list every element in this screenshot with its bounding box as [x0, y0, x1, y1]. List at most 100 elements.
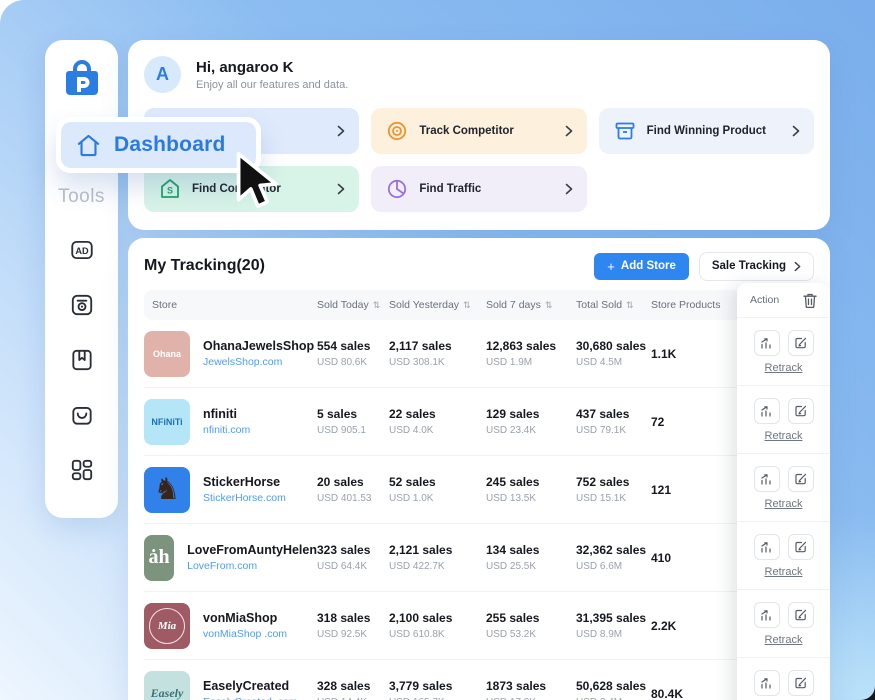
chart-icon [760, 676, 774, 690]
sold-yesterday-usd: USD 308.1K [389, 357, 486, 368]
store-name: StickerHorse [203, 475, 286, 489]
category-grid-icon[interactable] [69, 457, 95, 483]
col-sold-yesterday[interactable]: Sold Yesterday⇅ [389, 299, 486, 311]
app-window: Tools AD [0, 0, 875, 700]
quick-card-label: Find Traffic [419, 183, 481, 195]
edit-note-button[interactable] [788, 330, 814, 356]
add-store-button[interactable]: + Add Store [594, 253, 689, 280]
sold-7days-usd: USD 53.2K [486, 629, 576, 640]
chart-stats-button[interactable] [754, 670, 780, 696]
col-sold-today[interactable]: Sold Today⇅ [317, 299, 389, 311]
table-row[interactable]: Easely EaselyCreated EaselyCreated .com … [144, 660, 814, 700]
sold-yesterday-value: 2,100 sales [389, 611, 486, 625]
chart-icon [760, 540, 774, 554]
col-sold-7-days[interactable]: Sold 7 days⇅ [486, 299, 576, 311]
chart-stats-button[interactable] [754, 330, 780, 356]
table-row[interactable]: Ohana OhanaJewelsShop JewelsShop.com 554… [144, 320, 814, 388]
chevron-right-icon [565, 125, 573, 137]
sold-today-value: 554 sales [317, 339, 389, 353]
sold-yesterday-usd: USD 422.7K [389, 561, 486, 572]
edit-note-button[interactable] [788, 602, 814, 628]
quick-card-track-competitor[interactable]: Track Competitor [371, 108, 586, 154]
edit-pencil-icon [794, 336, 808, 350]
sort-icon: ⇅ [463, 300, 471, 310]
sold-7days-value: 1873 sales [486, 679, 576, 693]
edit-pencil-icon [794, 404, 808, 418]
store-logo: ȧh [144, 535, 174, 581]
action-rows: Retrack Retrack [737, 318, 830, 700]
quick-card-label: Track Competitor [419, 125, 514, 137]
chart-stats-button[interactable] [754, 602, 780, 628]
store-link[interactable]: StickerHorse.com [203, 492, 286, 504]
action-row: Retrack [737, 522, 830, 590]
greeting-title: Hi, angaroo K [196, 59, 348, 76]
table-header-row: Store Sold Today⇅ Sold Yesterday⇅ Sold 7… [144, 290, 814, 320]
bookmark-book-icon[interactable] [69, 347, 95, 373]
trash-icon[interactable] [803, 293, 817, 308]
shop-bag-icon[interactable] [69, 402, 95, 428]
edit-note-button[interactable] [788, 466, 814, 492]
total-sold-value: 31,395 sales [576, 611, 651, 625]
sale-tracking-button[interactable]: Sale Tracking [699, 252, 814, 281]
chevron-right-icon [792, 125, 800, 137]
action-row: Retrack [737, 318, 830, 386]
retrack-link[interactable]: Retrack [765, 362, 803, 374]
ad-tool-icon[interactable]: AD [69, 237, 95, 263]
retrack-link[interactable]: Retrack [765, 566, 803, 578]
sold-7days-usd: USD 23.4K [486, 425, 576, 436]
action-row: Retrack [737, 590, 830, 658]
store-logo: Ohana [144, 331, 190, 377]
dashboard-nav-tooltip[interactable]: Dashboard [56, 117, 261, 173]
total-sold-usd: USD 15.1K [576, 493, 651, 504]
sold-7days-usd: USD 25.5K [486, 561, 576, 572]
chart-stats-button[interactable] [754, 534, 780, 560]
total-sold-usd: USD 6.6M [576, 561, 651, 572]
edit-note-button[interactable] [788, 398, 814, 424]
store-name: EaselyCreated [203, 679, 298, 693]
store-link[interactable]: nfiniti.com [203, 424, 250, 436]
action-column-panel: Action Ret [737, 283, 830, 700]
store-link[interactable]: EaselyCreated .com [203, 696, 298, 700]
sold-today-value: 5 sales [317, 407, 389, 421]
col-total-sold[interactable]: Total Sold⇅ [576, 299, 651, 311]
quick-card-find-traffic[interactable]: Find Traffic [371, 166, 586, 212]
home-icon [75, 132, 102, 159]
action-row: Retrack [737, 454, 830, 522]
sold-7days-value: 12,863 sales [486, 339, 576, 353]
chevron-right-icon [794, 261, 801, 272]
store-name: nfiniti [203, 407, 250, 421]
chart-icon [760, 336, 774, 350]
user-avatar[interactable]: A [144, 56, 181, 93]
chart-stats-button[interactable] [754, 398, 780, 424]
table-row[interactable]: ♞ StickerHorse StickerHorse.com 20 sales… [144, 456, 814, 524]
chevron-right-icon [565, 183, 573, 195]
total-sold-usd: USD 4.5M [576, 357, 651, 368]
sold-yesterday-value: 22 sales [389, 407, 486, 421]
edit-note-button[interactable] [788, 670, 814, 696]
retrack-link[interactable]: Retrack [765, 634, 803, 646]
retrack-link[interactable]: Retrack [765, 498, 803, 510]
table-row[interactable]: NFiNiTi nfiniti nfiniti.com 5 salesUSD 9… [144, 388, 814, 456]
total-sold-usd: USD 8.9M [576, 629, 651, 640]
store-name: vonMiaShop [203, 611, 287, 625]
chart-stats-button[interactable] [754, 466, 780, 492]
app-logo-bag-p-icon[interactable] [61, 58, 103, 100]
table-row[interactable]: ȧh LoveFromAuntyHelen LoveFrom.com 323 s… [144, 524, 814, 592]
sold-yesterday-usd: USD 1.0K [389, 493, 486, 504]
store-link[interactable]: vonMiaShop .com [203, 628, 287, 640]
tracker-target-icon[interactable] [69, 292, 95, 318]
edit-note-button[interactable] [788, 534, 814, 560]
plus-icon: + [607, 259, 615, 274]
store-link[interactable]: JewelsShop.com [203, 356, 314, 368]
sold-today-value: 318 sales [317, 611, 389, 625]
sold-7days-value: 245 sales [486, 475, 576, 489]
quick-card-find-winning-product[interactable]: Find Winning Product [599, 108, 814, 154]
retrack-link[interactable]: Retrack [765, 430, 803, 442]
chevron-right-icon [337, 125, 345, 137]
svg-text:S: S [167, 186, 173, 196]
sold-yesterday-value: 2,121 sales [389, 543, 486, 557]
tracking-title: My Tracking(20) [144, 257, 265, 275]
store-link[interactable]: LoveFrom.com [187, 560, 317, 572]
table-row[interactable]: Mia vonMiaShop vonMiaShop .com 318 sales… [144, 592, 814, 660]
store-name: LoveFromAuntyHelen [187, 543, 317, 557]
